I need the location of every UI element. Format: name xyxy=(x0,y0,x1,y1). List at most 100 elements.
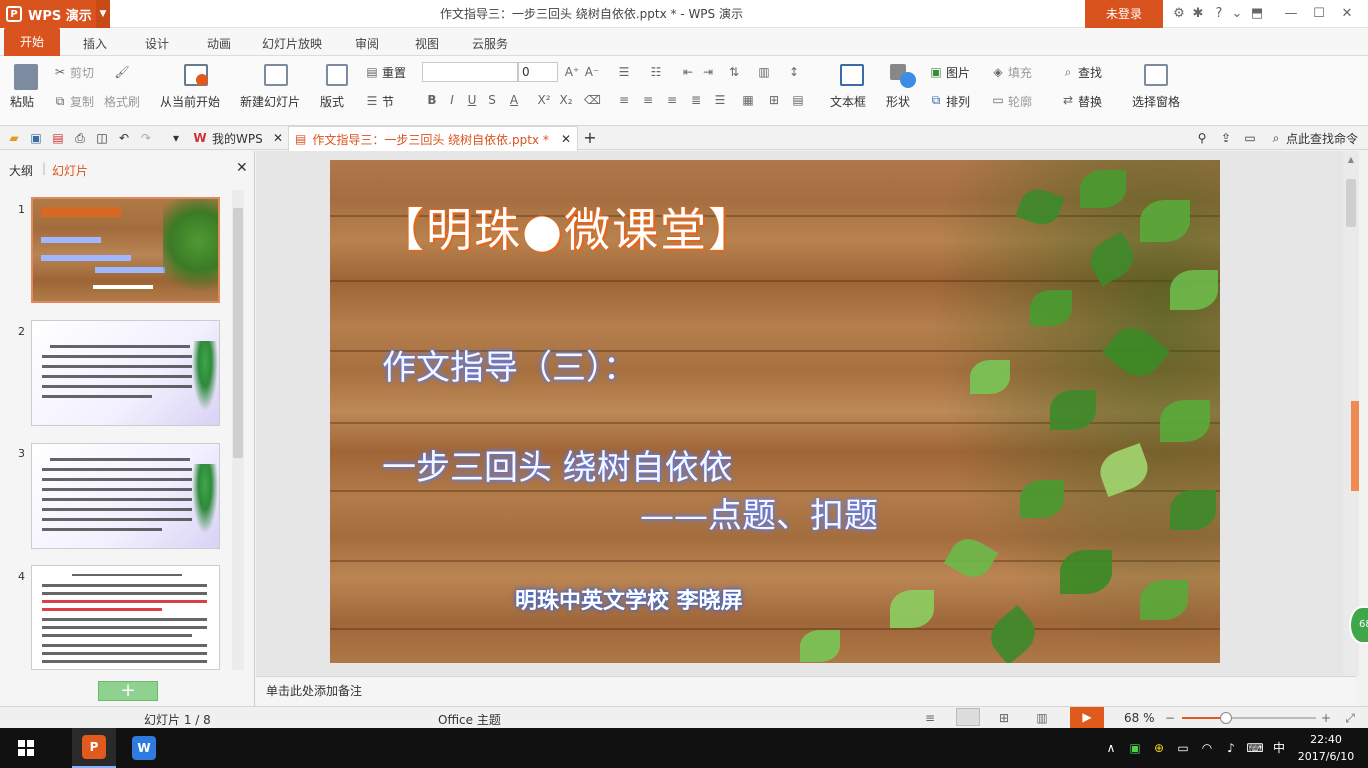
fit-window-icon[interactable]: ⤢ xyxy=(1342,710,1358,726)
my-wps-tab[interactable]: 我的WPS xyxy=(212,130,263,147)
open-icon[interactable]: ▰ xyxy=(6,130,22,146)
play-slideshow-button[interactable]: ▶ xyxy=(1070,707,1104,728)
font-color-icon[interactable]: A xyxy=(506,92,522,108)
columns-icon[interactable]: ▥ xyxy=(756,64,772,80)
tray-app-icon[interactable]: ▣ xyxy=(1126,740,1144,756)
slide-thumbnail-2[interactable] xyxy=(31,320,220,426)
chevron-down-icon[interactable]: ▼ xyxy=(96,0,110,28)
tab-outline[interactable]: 大纲 xyxy=(9,162,33,179)
reset-button[interactable]: 重置 xyxy=(382,64,406,81)
shape-button[interactable]: 形状 xyxy=(886,93,910,110)
replace-icon[interactable]: ⇄ xyxy=(1060,92,1076,108)
cut-button[interactable]: 剪切 xyxy=(70,64,94,81)
tab-cloud[interactable]: 云服务 xyxy=(464,28,516,56)
notes-toggle-icon[interactable]: ≡ xyxy=(922,710,938,726)
pin-icon[interactable]: ⚲ xyxy=(1194,130,1210,146)
login-button[interactable]: 未登录 xyxy=(1085,0,1163,28)
tab-design[interactable]: 设计 xyxy=(132,28,182,56)
search-command-input[interactable]: 点此查找命令 xyxy=(1286,130,1358,147)
start-button[interactable] xyxy=(4,728,48,768)
wps-menu-button[interactable]: P WPS 演示 ▼ xyxy=(0,0,110,28)
subscript-icon[interactable]: X₂ xyxy=(558,92,574,108)
volume-icon[interactable]: ♪ xyxy=(1222,740,1240,756)
maximize-icon[interactable]: ☐ xyxy=(1310,4,1328,24)
fill-icon[interactable]: ◈ xyxy=(990,64,1006,80)
tab-slideshow[interactable]: 幻灯片放映 xyxy=(256,28,328,56)
skin-icon[interactable]: ⚙ xyxy=(1170,4,1188,24)
numbering-icon[interactable]: ☷ xyxy=(648,64,664,80)
arrange-button[interactable]: 排列 xyxy=(946,93,970,110)
italic-icon[interactable]: I xyxy=(444,92,460,108)
shadow-icon[interactable]: S xyxy=(484,92,500,108)
close-icon[interactable]: ✕ xyxy=(1338,4,1356,24)
chevron-down-icon[interactable]: ▾ xyxy=(168,130,184,146)
text-box-button[interactable]: 文本框 xyxy=(830,93,866,110)
bullets-icon[interactable]: ☰ xyxy=(616,64,632,80)
close-tab-icon[interactable]: ✕ xyxy=(270,130,286,146)
slide-scrollbar[interactable]: ▲ xyxy=(1343,151,1359,676)
slide-subtitle-2[interactable]: 一步三回头 绕树自依依 xyxy=(382,440,733,489)
layout-button[interactable]: 版式 xyxy=(320,93,344,110)
undo-icon[interactable]: ↶ xyxy=(116,130,132,146)
slide-sorter-icon[interactable]: ⊞ xyxy=(996,710,1012,726)
slide-author[interactable]: 明珠中英文学校 李晓屏 xyxy=(515,583,743,615)
restore-ribbon-icon[interactable]: ⬒ xyxy=(1248,4,1266,24)
slide-thumbnail-1[interactable] xyxy=(31,197,220,303)
paragraph-settings-icon[interactable]: ▤ xyxy=(790,92,806,108)
help-icon[interactable]: ? xyxy=(1210,4,1228,24)
tab-animation[interactable]: 动画 xyxy=(194,28,244,56)
slide-title[interactable]: 【明珠●微课堂】 xyxy=(378,194,756,260)
close-doc-tab-icon[interactable]: ✕ xyxy=(561,132,571,146)
font-name-input[interactable] xyxy=(422,62,518,82)
copy-icon[interactable]: ⧉ xyxy=(52,93,68,109)
picture-icon[interactable]: ▣ xyxy=(928,64,944,80)
decrease-font-icon[interactable]: A⁻ xyxy=(584,64,600,80)
cut-icon[interactable]: ✂ xyxy=(52,64,68,80)
tray-expand-icon[interactable]: ∧ xyxy=(1102,740,1120,756)
align-right-icon[interactable]: ≡ xyxy=(664,92,680,108)
align-left-icon[interactable]: ≡ xyxy=(616,92,632,108)
zoom-in-icon[interactable]: + xyxy=(1318,710,1334,726)
zoom-level[interactable]: 68 % xyxy=(1124,711,1155,725)
clear-format-icon[interactable]: ⌫ xyxy=(584,92,601,108)
new-slide-button[interactable]: 新建幻灯片 xyxy=(240,93,300,110)
layout-icon[interactable] xyxy=(326,64,348,86)
from-current-button[interactable]: 从当前开始 xyxy=(160,93,220,110)
line-spacing-icon[interactable]: ↕ xyxy=(786,64,802,80)
reset-icon[interactable]: ▤ xyxy=(364,64,380,80)
thumbnail-scrollbar[interactable] xyxy=(232,190,244,670)
slide-subtitle-3[interactable]: ——点题、扣题 xyxy=(640,488,878,537)
section-icon[interactable]: ☰ xyxy=(364,93,380,109)
replace-button[interactable]: 替换 xyxy=(1078,93,1102,110)
print-preview-icon[interactable]: ◫ xyxy=(94,130,110,146)
fill-button[interactable]: 填充 xyxy=(1008,64,1032,81)
add-slide-button[interactable]: + xyxy=(98,681,158,701)
normal-view-icon[interactable] xyxy=(956,708,980,726)
scroll-thumb[interactable] xyxy=(233,208,243,458)
document-tab[interactable]: ▤ 作文指导三：一步三回头 绕树自依依.pptx * ✕ xyxy=(288,126,578,151)
align-text-icon[interactable]: ▦ xyxy=(740,92,756,108)
close-pane-icon[interactable]: ✕ xyxy=(236,160,248,176)
align-center-icon[interactable]: ≡ xyxy=(640,92,656,108)
distribute-icon[interactable]: ☰ xyxy=(712,92,728,108)
side-badge[interactable]: 68 xyxy=(1349,606,1368,644)
zoom-knob[interactable] xyxy=(1220,712,1233,724)
text-box-icon[interactable] xyxy=(840,64,864,86)
selection-pane-icon[interactable] xyxy=(1144,64,1168,86)
tab-slides[interactable]: 幻灯片 xyxy=(52,162,88,179)
tab-view[interactable]: 视图 xyxy=(402,28,452,56)
decrease-indent-icon[interactable]: ⇤ xyxy=(680,64,696,80)
taskbar-wps-presentation[interactable]: P xyxy=(72,728,116,768)
comment-icon[interactable]: ▭ xyxy=(1242,130,1258,146)
minimize-icon[interactable]: — xyxy=(1282,4,1300,24)
paste-button[interactable]: 粘贴 xyxy=(10,93,34,110)
redo-icon[interactable]: ↷ xyxy=(138,130,154,146)
pdf-icon[interactable]: ▤ xyxy=(50,130,66,146)
superscript-icon[interactable]: X² xyxy=(536,92,552,108)
new-slide-icon[interactable] xyxy=(264,64,288,86)
save-icon[interactable]: ▣ xyxy=(28,130,44,146)
print-icon[interactable]: ⎙ xyxy=(72,130,88,146)
share-icon[interactable]: ⇪ xyxy=(1218,130,1234,146)
underline-icon[interactable]: U xyxy=(464,92,480,108)
copy-button[interactable]: 复制 xyxy=(70,93,94,110)
